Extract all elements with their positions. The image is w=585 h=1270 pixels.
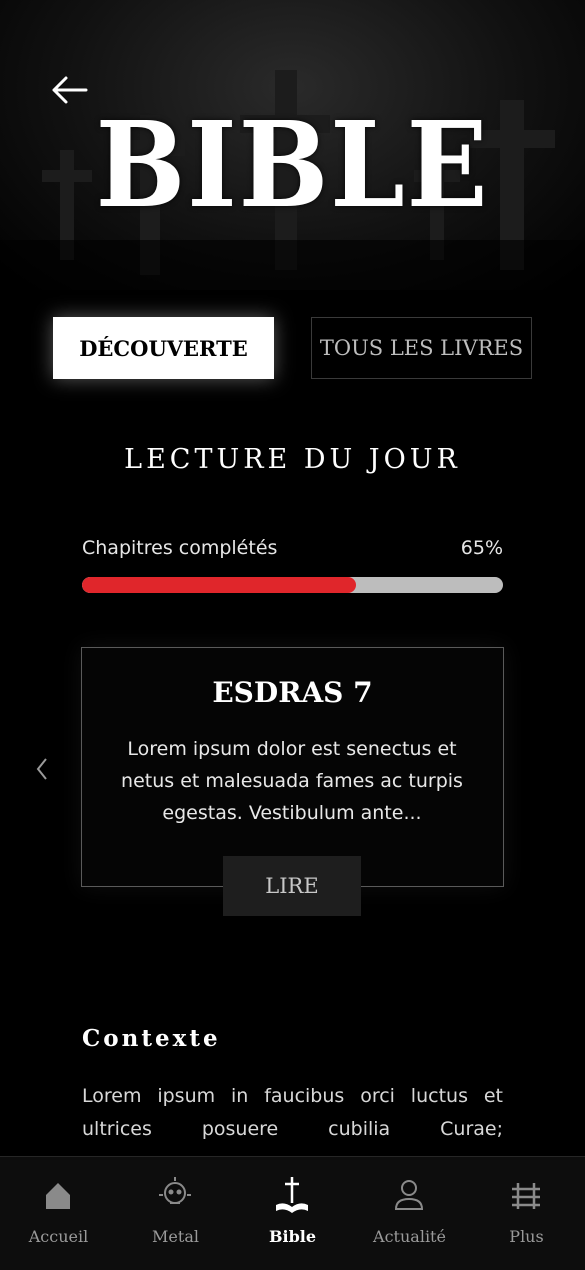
context-text: Lorem ipsum in faucibus orci luctus et u…: [82, 1085, 503, 1140]
progress-value: 65%: [460, 537, 503, 559]
hero-header: BIBLE: [0, 0, 585, 290]
nav-item-bible[interactable]: Bible: [234, 1157, 351, 1270]
card-title: ESDRAS 7: [212, 676, 373, 709]
reading-card: ESDRAS 7 Lorem ipsum dolor est senectus …: [81, 647, 504, 887]
daily-reading-title: LECTURE DU JOUR: [124, 444, 461, 475]
home-icon: [46, 1183, 70, 1209]
context-title: Contexte: [82, 1025, 221, 1052]
tab-decouverte[interactable]: DÉCOUVERTE: [53, 317, 274, 379]
nav-label-actualite: Actualité: [373, 1227, 446, 1246]
nav-label-bible: Bible: [268, 1227, 317, 1246]
bible-cross-icon: [276, 1177, 308, 1213]
progress-bar: [82, 577, 503, 593]
progress-label: Chapitres complétés: [82, 537, 278, 559]
read-button[interactable]: LIRE: [223, 856, 361, 916]
nav-item-plus[interactable]: Plus: [468, 1157, 585, 1270]
menu-icon: [512, 1183, 540, 1209]
nav-item-metal[interactable]: Metal: [117, 1157, 234, 1270]
tab-tous-les-livres[interactable]: TOUS LES LIVRES: [311, 317, 532, 379]
card-text: Lorem ipsum dolor est senectus et netus …: [121, 738, 463, 824]
nav-item-actualite[interactable]: Actualité: [351, 1157, 468, 1270]
progress-fill: [82, 577, 356, 593]
nav-item-accueil[interactable]: Accueil: [0, 1157, 117, 1270]
user-icon: [394, 1180, 424, 1210]
bottom-nav: Accueil Metal Bible Actualité Plus: [0, 1156, 585, 1270]
nav-label-metal: Metal: [152, 1227, 199, 1246]
page-title: BIBLE: [95, 95, 490, 234]
skull-icon: [159, 1177, 191, 1204]
nav-label-accueil: Accueil: [28, 1227, 89, 1246]
chevron-left-icon[interactable]: [30, 753, 54, 785]
nav-label-plus: Plus: [509, 1227, 544, 1246]
